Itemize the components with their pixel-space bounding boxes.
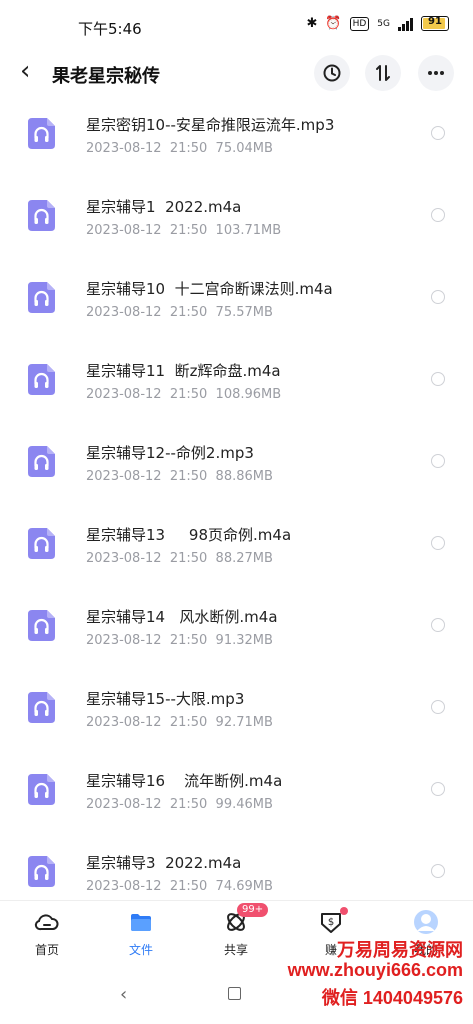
select-radio[interactable]	[431, 290, 445, 304]
sort-icon	[376, 65, 390, 81]
file-name: 星宗辅导16 流年断例.m4a	[86, 772, 283, 790]
nav-share[interactable]: 99+ 共享	[201, 903, 271, 958]
watermark-line2: www.zhouyi666.com	[287, 960, 463, 980]
history-icon	[323, 64, 341, 82]
file-meta: 2023-08-12 21:50 103.71MB	[86, 223, 282, 238]
avatar	[413, 909, 439, 935]
file-name: 星宗辅导3 2022.m4a	[86, 854, 242, 872]
file-row[interactable]: 星宗辅导10 十二宫命断课法则.m4a 2023-08-12 21:50 75.5…	[0, 258, 473, 340]
header: ‹ 果老星宗秘传	[0, 52, 473, 94]
audio-file-icon	[28, 200, 55, 231]
more-icon	[428, 71, 444, 75]
audio-file-icon	[28, 118, 55, 149]
file-meta: 2023-08-12 21:50 75.04MB	[86, 141, 273, 156]
file-meta: 2023-08-12 21:50 99.46MB	[86, 797, 273, 812]
cloud-home-icon	[34, 909, 60, 935]
file-row[interactable]: 星宗辅导14 风水断例.m4a 2023-08-12 21:50 91.32MB	[0, 586, 473, 668]
earn-dot	[340, 907, 348, 915]
share-badge: 99+	[237, 903, 269, 917]
file-meta: 2023-08-12 21:50 88.86MB	[86, 469, 273, 484]
file-meta: 2023-08-12 21:50 88.27MB	[86, 551, 273, 566]
signal-icon	[398, 17, 413, 31]
battery-icon: 91	[421, 16, 449, 31]
file-name: 星宗辅导14 风水断例.m4a	[86, 608, 278, 626]
file-meta: 2023-08-12 21:50 75.57MB	[86, 305, 273, 320]
nav-share-label: 共享	[223, 943, 248, 957]
select-radio[interactable]	[431, 372, 445, 386]
network-label: 5G	[377, 18, 390, 29]
nav-home[interactable]: 首页	[12, 909, 82, 958]
file-meta: 2023-08-12 21:50 92.71MB	[86, 715, 273, 730]
file-name: 星宗密钥10--安星命推限运流年.mp3	[86, 116, 335, 134]
select-radio[interactable]	[431, 454, 445, 468]
select-radio[interactable]	[431, 208, 445, 222]
select-radio[interactable]	[431, 536, 445, 550]
watermark-line3: 微信 1404049576	[321, 988, 463, 1008]
alarm-icon: ⏰	[325, 16, 342, 31]
folder-icon	[128, 909, 154, 935]
file-meta: 2023-08-12 21:50 108.96MB	[86, 387, 282, 402]
sort-button[interactable]	[365, 55, 401, 91]
file-name: 星宗辅导15--大限.mp3	[86, 690, 245, 708]
nav-back-icon[interactable]: ‹	[120, 984, 127, 1005]
history-button[interactable]	[314, 55, 350, 91]
file-row[interactable]: 星宗辅导12--命例2.mp3 2023-08-12 21:50 88.86MB	[0, 422, 473, 504]
select-radio[interactable]	[431, 700, 445, 714]
select-radio[interactable]	[431, 126, 445, 140]
audio-file-icon	[28, 692, 55, 723]
status-bar: 下午5:46 ✱ ⏰ HD 5G 91	[0, 0, 473, 52]
file-row[interactable]: 星宗辅导11 断z辉命盘.m4a 2023-08-12 21:50 108.96M…	[0, 340, 473, 422]
file-row[interactable]: 星宗辅导13 98页命例.m4a 2023-08-12 21:50 88.27MB	[0, 504, 473, 586]
audio-file-icon	[28, 856, 55, 887]
watermark-line1: 万易周易资源网	[337, 940, 463, 960]
select-radio[interactable]	[431, 864, 445, 878]
bluetooth-icon: ✱	[306, 16, 318, 31]
nav-home-square-icon[interactable]	[228, 987, 241, 1000]
file-name: 星宗辅导10 十二宫命断课法则.m4a	[86, 280, 333, 298]
file-name: 星宗辅导11 断z辉命盘.m4a	[86, 362, 281, 380]
coin-icon: $	[318, 907, 348, 935]
file-row[interactable]: 星宗密钥10--安星命推限运流年.mp3 2023-08-12 21:50 75.…	[0, 94, 473, 176]
more-button[interactable]	[418, 55, 454, 91]
hd-icon: HD	[349, 16, 370, 31]
select-radio[interactable]	[431, 782, 445, 796]
audio-file-icon	[28, 528, 55, 559]
page-title: 果老星宗秘传	[52, 66, 160, 87]
file-name: 星宗辅导1 2022.m4a	[86, 198, 242, 216]
share-icon: 99+	[223, 903, 269, 935]
back-icon[interactable]: ‹	[20, 58, 42, 84]
file-meta: 2023-08-12 21:50 91.32MB	[86, 633, 273, 648]
svg-text:$: $	[328, 917, 334, 928]
select-radio[interactable]	[431, 618, 445, 632]
file-name: 星宗辅导12--命例2.mp3	[86, 444, 254, 462]
file-row[interactable]: 星宗辅导15--大限.mp3 2023-08-12 21:50 92.71MB	[0, 668, 473, 750]
file-list: 星宗密钥10--安星命推限运流年.mp3 2023-08-12 21:50 75.…	[0, 94, 473, 914]
file-row[interactable]: 星宗辅导16 流年断例.m4a 2023-08-12 21:50 99.46MB	[0, 750, 473, 832]
audio-file-icon	[28, 446, 55, 477]
file-name: 星宗辅导13 98页命例.m4a	[86, 526, 292, 544]
nav-files-label: 文件	[128, 943, 153, 957]
audio-file-icon	[28, 364, 55, 395]
battery-level: 91	[428, 16, 442, 27]
audio-file-icon	[28, 282, 55, 313]
nav-home-label: 首页	[34, 943, 59, 957]
file-row[interactable]: 星宗辅导1 2022.m4a 2023-08-12 21:50 103.71MB	[0, 176, 473, 258]
nav-files[interactable]: 文件	[106, 909, 176, 958]
status-icons: ✱ ⏰ HD 5G 91	[306, 16, 449, 31]
audio-file-icon	[28, 774, 55, 805]
status-time: 下午5:46	[78, 20, 142, 38]
audio-file-icon	[28, 610, 55, 641]
file-meta: 2023-08-12 21:50 74.69MB	[86, 879, 273, 894]
